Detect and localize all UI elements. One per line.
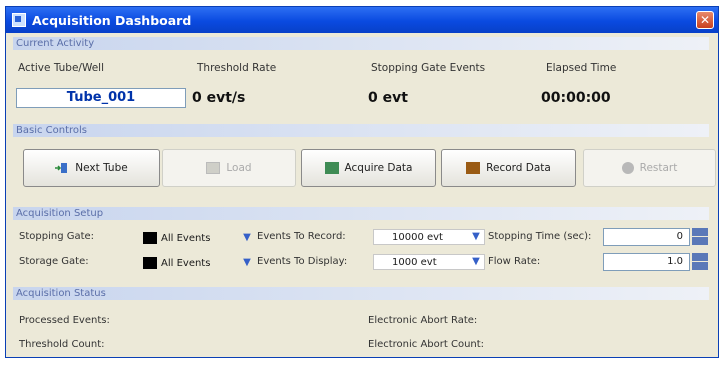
storage-gate-value: All Events [161, 257, 211, 269]
chevron-down-icon: ▼ [472, 256, 480, 267]
acquire-data-button[interactable]: Acquire Data [301, 149, 436, 187]
stopping-gate-select[interactable]: All Events ▼ [143, 230, 255, 246]
threshold-rate-value: 0 evt/s [192, 90, 246, 106]
threshold-count-label: Threshold Count: [19, 339, 105, 350]
section-header-acquisition-status: Acquisition Status [13, 287, 709, 300]
close-button[interactable]: ✕ [696, 11, 714, 29]
stopping-time-label: Stopping Time (sec): [488, 231, 592, 242]
elapsed-time-label: Elapsed Time [546, 62, 617, 74]
stopping-gate-events-value: 0 evt [368, 90, 408, 106]
restart-icon [621, 162, 634, 174]
restart-button[interactable]: Restart [583, 149, 716, 187]
flow-rate-label: Flow Rate: [488, 256, 541, 267]
window-title: Acquisition Dashboard [32, 12, 192, 28]
record-data-label: Record Data [486, 162, 551, 174]
next-tube-button[interactable]: Next Tube [23, 149, 160, 187]
record-data-button[interactable]: Record Data [441, 149, 576, 187]
app-icon [12, 13, 26, 27]
storage-gate-label: Storage Gate: [19, 256, 89, 267]
events-to-record-label: Events To Record: [257, 231, 346, 242]
chevron-down-icon: ▼ [472, 231, 480, 242]
acquire-data-icon [324, 162, 339, 174]
stopping-gate-events-label: Stopping Gate Events [371, 62, 486, 74]
flow-rate-spinner[interactable] [692, 253, 708, 271]
gate-color-swatch [143, 257, 157, 269]
title-bar: Acquisition Dashboard ✕ [6, 7, 718, 33]
active-tube-field[interactable]: Tube_001 [16, 88, 186, 108]
spin-down-icon[interactable] [692, 237, 708, 245]
spin-up-icon[interactable] [692, 253, 708, 261]
threshold-rate-label: Threshold Rate [197, 62, 277, 74]
events-to-record-select[interactable]: 10000 evt ▼ [373, 229, 485, 245]
electronic-abort-rate-label: Electronic Abort Rate: [368, 315, 478, 326]
stopping-gate-label: Stopping Gate: [19, 231, 95, 242]
storage-gate-select[interactable]: All Events ▼ [143, 255, 255, 271]
restart-label: Restart [639, 162, 678, 174]
events-to-display-label: Events To Display: [257, 256, 348, 267]
section-header-current-activity: Current Activity [13, 37, 709, 50]
next-tube-label: Next Tube [75, 162, 128, 174]
stopping-time-input[interactable]: 0 [603, 228, 690, 246]
elapsed-time-value: 00:00:00 [541, 90, 611, 106]
active-tube-label: Active Tube/Well [18, 62, 105, 74]
events-to-display-value: 1000 evt [392, 256, 437, 268]
spin-down-icon[interactable] [692, 262, 708, 270]
events-to-record-value: 10000 evt [392, 231, 443, 243]
spin-up-icon[interactable] [692, 228, 708, 236]
load-label: Load [226, 162, 252, 174]
stopping-gate-value: All Events [161, 232, 211, 244]
load-icon [206, 162, 221, 174]
next-tube-icon [55, 163, 68, 173]
section-header-acquisition-setup: Acquisition Setup [13, 207, 709, 220]
acquire-data-label: Acquire Data [344, 162, 413, 174]
processed-events-label: Processed Events: [19, 315, 110, 326]
chevron-down-icon: ▼ [243, 257, 251, 268]
gate-color-swatch [143, 232, 157, 244]
flow-rate-input[interactable]: 1.0 [603, 253, 690, 271]
load-button[interactable]: Load [162, 149, 296, 187]
record-data-icon [466, 162, 481, 174]
stopping-time-spinner[interactable] [692, 228, 708, 246]
events-to-display-select[interactable]: 1000 evt ▼ [373, 254, 485, 270]
section-header-basic-controls: Basic Controls [13, 124, 709, 137]
electronic-abort-count-label: Electronic Abort Count: [368, 339, 485, 350]
chevron-down-icon: ▼ [243, 232, 251, 243]
